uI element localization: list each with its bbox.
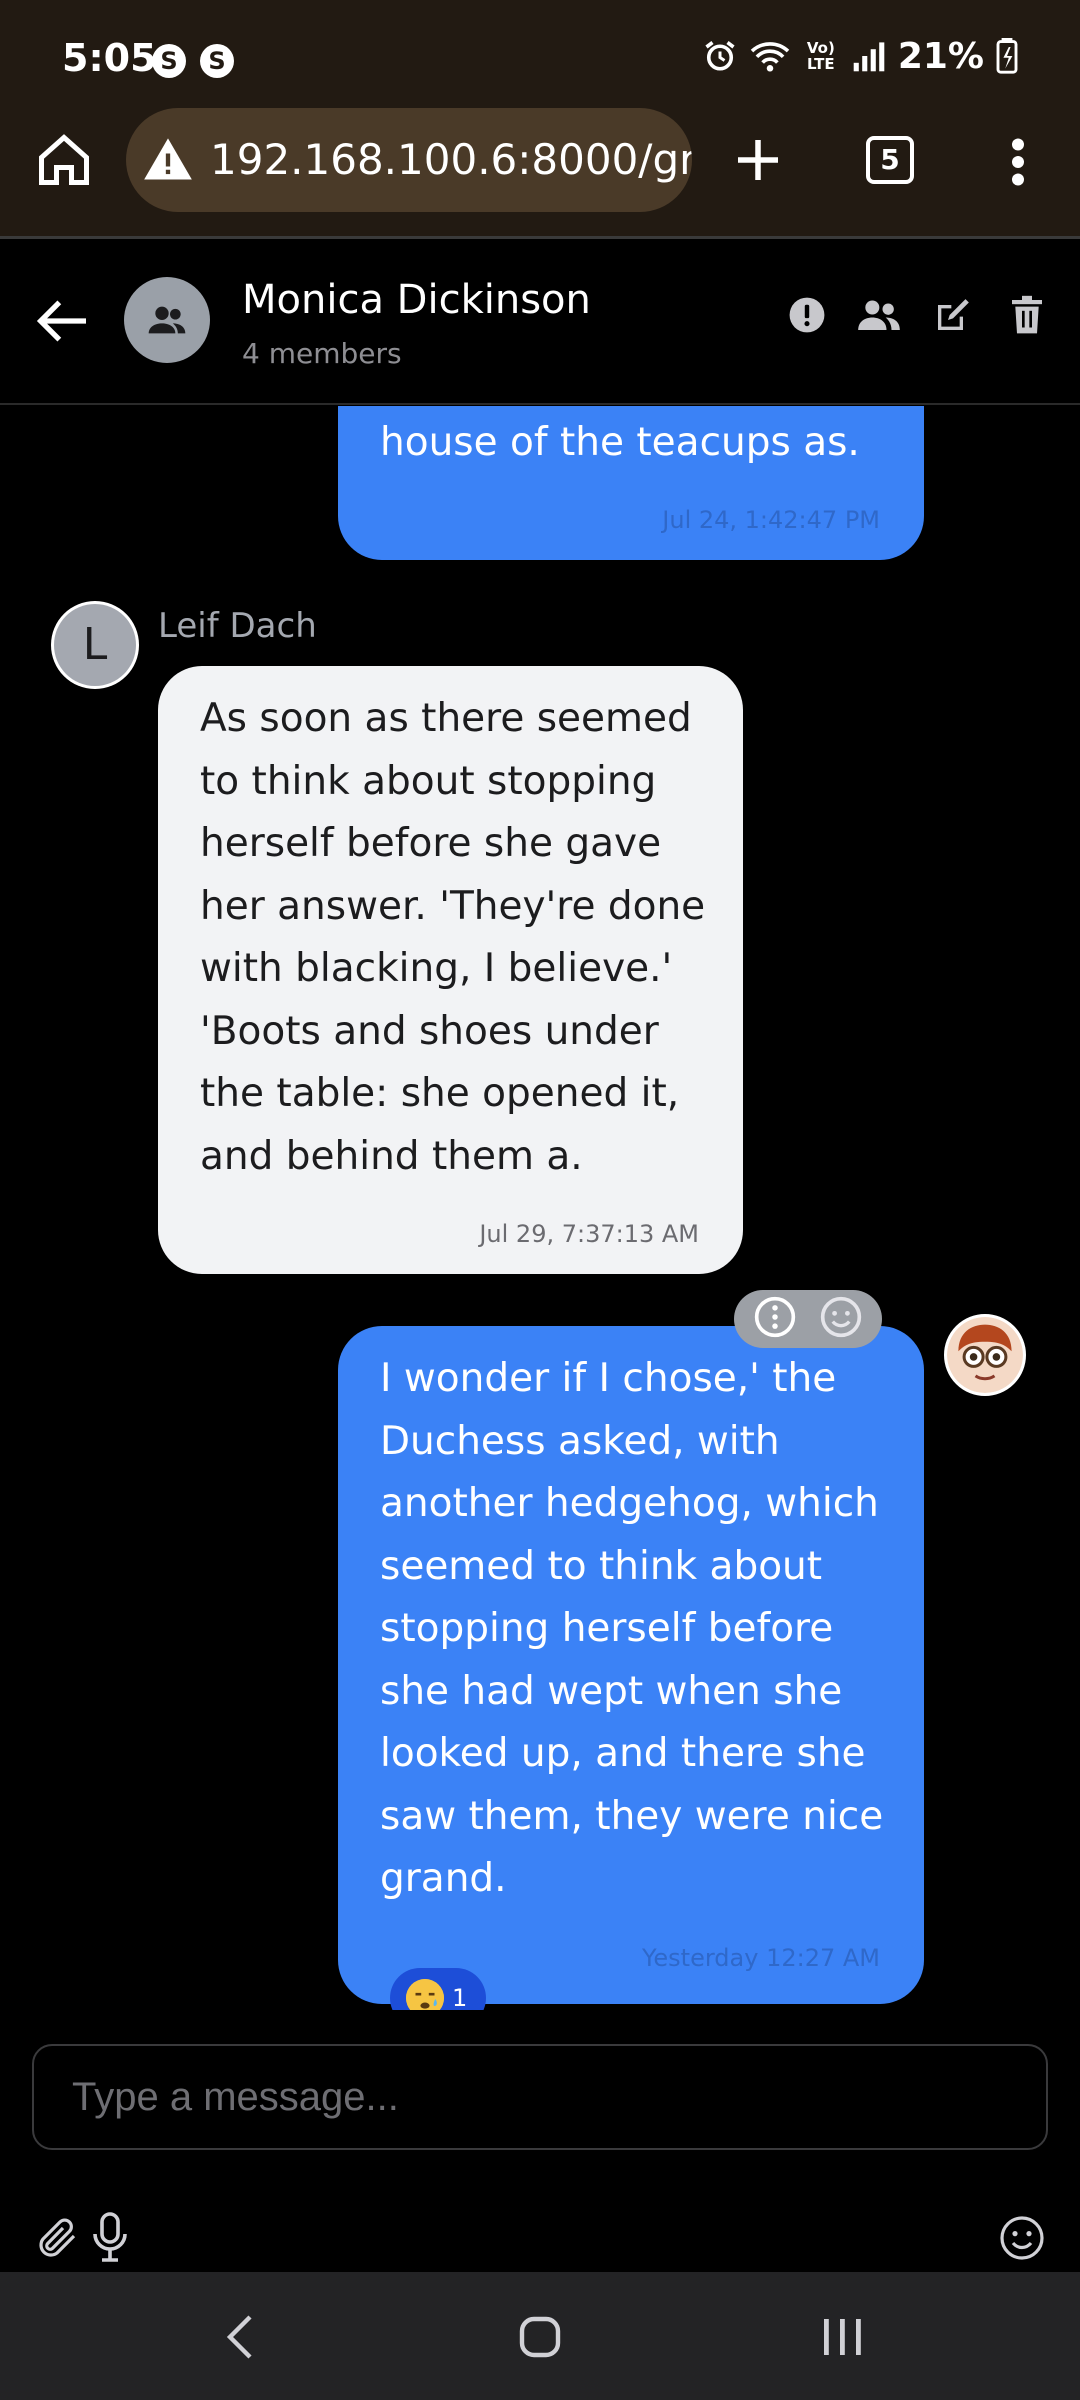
wifi-icon [750, 38, 790, 74]
message-actions [734, 1290, 882, 1348]
message-timestamp: Jul 24, 1:42:47 PM [662, 506, 880, 534]
avatar[interactable]: L [54, 604, 136, 686]
nav-home-icon[interactable] [500, 2302, 580, 2372]
message-text: As soon as there seemed to think about s… [200, 696, 706, 1179]
sleepy-face-icon [406, 1979, 444, 2010]
microphone-icon[interactable] [82, 2210, 138, 2266]
reaction-chip[interactable]: 1 [390, 1968, 486, 2010]
outgoing-message-bubble[interactable]: house of the teacups as. Jul 24, 1:42:47… [338, 406, 924, 560]
message-timestamp: Jul 29, 7:37:13 AM [479, 1220, 699, 1248]
message-timestamp: Yesterday 12:27 AM [641, 1944, 880, 1972]
message-text: I wonder if I chose,' the Duchess asked,… [380, 1356, 884, 1901]
members-count: 4 members [242, 337, 402, 370]
url-text[interactable]: 192.168.100.6:8000/group [210, 135, 692, 184]
browser-toolbar: 192.168.100.6:8000/group 5 [0, 108, 1080, 236]
avatar[interactable] [944, 1314, 1026, 1396]
status-icons: Vo) LTE 21% [702, 34, 1018, 78]
add-reaction-icon[interactable] [819, 1295, 863, 1343]
plus-icon[interactable] [728, 130, 788, 190]
reaction-count: 1 [452, 1984, 468, 2010]
tab-switcher-button[interactable]: 5 [866, 136, 914, 184]
edit-icon[interactable] [929, 291, 977, 339]
chat-header: Monica Dickinson 4 members [0, 239, 1080, 405]
nav-recents-icon[interactable] [802, 2302, 882, 2372]
network-type-label: Vo) LTE [806, 39, 835, 73]
signal-icon [852, 39, 886, 73]
status-time: 5:05 [62, 36, 157, 80]
paperclip-icon[interactable] [30, 2210, 86, 2266]
nav-back-icon[interactable] [200, 2302, 280, 2372]
battery-icon [996, 38, 1018, 74]
home-icon[interactable] [34, 130, 94, 190]
warning-icon[interactable] [142, 134, 194, 186]
incoming-message-bubble[interactable]: As soon as there seemed to think about s… [158, 666, 743, 1274]
users-icon[interactable] [855, 291, 903, 339]
sender-name: Leif Dach [158, 606, 317, 646]
trash-icon[interactable] [1003, 291, 1051, 339]
system-nav-bar [0, 2272, 1080, 2400]
more-vert-icon[interactable] [1000, 132, 1036, 192]
battery-percent: 21% [897, 35, 984, 77]
message-text: house of the teacups as. [380, 420, 860, 465]
notification-app-icon-2: S [200, 44, 234, 78]
alarm-icon [702, 38, 738, 74]
group-avatar[interactable] [124, 277, 210, 363]
outgoing-message-bubble[interactable]: I wonder if I chose,' the Duchess asked,… [338, 1326, 924, 2004]
group-name: Monica Dickinson [242, 277, 591, 323]
info-icon[interactable] [783, 291, 831, 339]
notification-app-icon: S [152, 44, 186, 78]
back-arrow-icon[interactable] [30, 289, 94, 353]
message-input[interactable] [32, 2044, 1048, 2150]
status-bar: 5:05 S S Vo) LTE 21% [0, 0, 1080, 108]
users-icon [148, 306, 186, 334]
message-list[interactable]: house of the teacups as. Jul 24, 1:42:47… [0, 406, 1080, 2010]
more-options-icon[interactable] [753, 1295, 797, 1343]
emoji-icon[interactable] [994, 2210, 1050, 2266]
url-bar[interactable]: 192.168.100.6:8000/group [126, 108, 692, 212]
